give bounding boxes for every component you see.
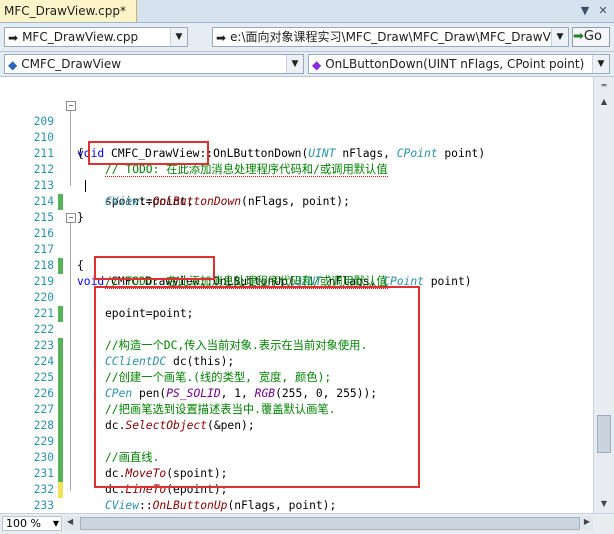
class-icon: ◆ xyxy=(8,57,18,72)
highlight-box-drawing-code xyxy=(94,286,420,488)
go-button[interactable]: ➡Go xyxy=(572,27,610,47)
path-combo[interactable]: ➡ e:\面向对象课程实习\MFC_Draw\MFC_Draw\MFC_DrawV… xyxy=(212,27,569,47)
code-lines: 209 209 − void CMFC_DrawView::OnLButtonD… xyxy=(0,77,593,513)
code-line-215: 215 xyxy=(0,194,593,224)
horizontal-scroll-thumb[interactable] xyxy=(80,517,580,530)
document-tab-title: MFC_DrawView.cpp* xyxy=(4,4,126,18)
tab-dropdown-icon[interactable]: ▼ xyxy=(578,4,592,18)
chevron-down-icon[interactable]: ▼ xyxy=(53,517,59,530)
close-icon[interactable]: ✕ xyxy=(596,4,610,18)
class-member-bar: ◆ CMFC_DrawView ▼ ◆ OnLButtonDown(UINT nFl… xyxy=(0,52,614,77)
arrow-right-icon: ➡ xyxy=(216,30,227,45)
go-arrow-icon: ➡ xyxy=(573,29,584,44)
horizontal-scrollbar[interactable]: ◀ ▶ xyxy=(64,516,593,531)
code-line-219: 219 epoint=point; xyxy=(0,258,593,322)
highlight-box-epoint xyxy=(94,256,215,280)
split-handle-icon[interactable]: ═ xyxy=(596,79,612,93)
go-button-label: Go xyxy=(583,29,602,44)
chevron-down-icon[interactable]: ▼ xyxy=(592,55,609,73)
method-icon: ◆ xyxy=(312,57,322,72)
chevron-down-icon[interactable]: ▼ xyxy=(551,28,568,46)
collapse-icon[interactable]: − xyxy=(66,213,76,223)
chevron-down-icon[interactable]: ▼ xyxy=(170,28,187,46)
member-combo-value: OnLButtonDown(UINT nFlags, CPoint point) xyxy=(325,57,585,71)
arrow-right-icon: ➡ xyxy=(8,30,19,45)
code-line-214: 214 } xyxy=(0,178,593,224)
scroll-left-icon[interactable]: ◀ xyxy=(67,517,73,526)
text-cursor xyxy=(85,180,86,192)
class-combo[interactable]: ◆ CMFC_DrawView ▼ xyxy=(4,54,304,74)
scroll-thumb[interactable] xyxy=(597,415,611,453)
scroll-up-icon[interactable]: ▲ xyxy=(596,95,612,109)
scroll-right-icon[interactable]: ▶ xyxy=(584,517,590,526)
path-combo-value: e:\面向对象课程实习\MFC_Draw\MFC_Draw\MFC_DrawV xyxy=(230,30,551,44)
collapse-icon[interactable]: − xyxy=(66,101,76,111)
zoom-combo[interactable]: 100 % ▼ xyxy=(2,516,62,531)
document-tab[interactable]: MFC_DrawView.cpp* xyxy=(0,0,137,22)
chevron-down-icon[interactable]: ▼ xyxy=(286,55,303,73)
code-line-209: 209 − void CMFC_DrawView::OnLButtonDown(… xyxy=(0,98,593,160)
file-combo-value: MFC_DrawView.cpp xyxy=(22,30,139,44)
navigation-bar: ➡ MFC_DrawView.cpp ▼ ➡ e:\面向对象课程实习\MFC_Dra… xyxy=(0,23,614,52)
code-line: 209 xyxy=(0,77,593,87)
member-combo[interactable]: ◆ OnLButtonDown(UINT nFlags, CPoint point… xyxy=(308,54,610,74)
file-combo[interactable]: ➡ MFC_DrawView.cpp ▼ xyxy=(4,27,188,47)
code-line-210: 210 { xyxy=(0,114,593,160)
document-tab-bar: MFC_DrawView.cpp* ▼ ✕ xyxy=(0,0,614,23)
vertical-scrollbar[interactable]: ═ ▲ ▼ xyxy=(593,77,614,513)
code-line-216: 216 − void CMFC_DrawView::OnLButtonUp(UI… xyxy=(0,210,593,288)
code-line-217: 217 { xyxy=(0,226,593,272)
zoom-value: 100 % xyxy=(6,517,41,530)
scroll-down-icon[interactable]: ▼ xyxy=(596,497,612,511)
class-combo-value: CMFC_DrawView xyxy=(21,57,122,71)
status-bar: 100 % ▼ ◀ ▶ xyxy=(0,513,614,534)
code-line-234: 234 xyxy=(0,498,593,513)
code-line-218: 218 // TODO: 在此添加消息处理程序代码和/或调用默认值 xyxy=(0,242,593,289)
highlight-box-spoint xyxy=(88,141,209,165)
